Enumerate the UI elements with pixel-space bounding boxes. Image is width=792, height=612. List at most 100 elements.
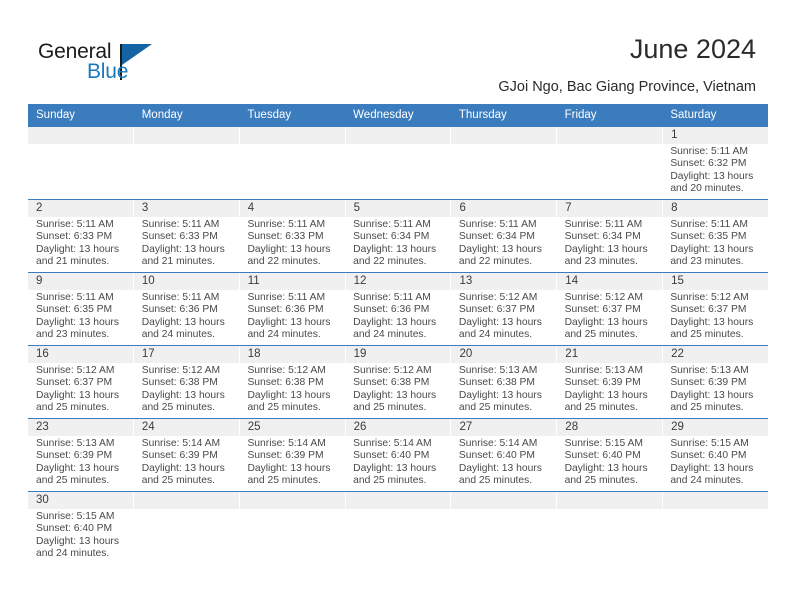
day-number-30[interactable]: 30 <box>28 492 134 509</box>
day-number-1[interactable]: 1 <box>663 127 768 144</box>
day-number-6[interactable]: 6 <box>451 200 558 217</box>
day-number-24[interactable]: 24 <box>134 419 240 436</box>
day-number-29[interactable]: 29 <box>663 419 768 436</box>
day-cell-22[interactable]: Sunrise: 5:13 AM Sunset: 6:39 PM Daylight:… <box>662 363 768 418</box>
day-cell-4[interactable]: Sunrise: 5:11 AM Sunset: 6:33 PM Daylight:… <box>239 217 345 272</box>
day-cell-20[interactable]: Sunrise: 5:13 AM Sunset: 6:38 PM Daylight:… <box>451 363 557 418</box>
day-number-9[interactable]: 9 <box>28 273 134 290</box>
sunset-text: Sunset: 6:39 PM <box>36 450 113 462</box>
day-number-empty <box>346 492 452 509</box>
day-number-8[interactable]: 8 <box>663 200 768 217</box>
day-number-22[interactable]: 22 <box>663 346 768 363</box>
day-number-26[interactable]: 26 <box>346 419 452 436</box>
daylight-text-line2: and 22 minutes. <box>458 256 533 268</box>
day-cell-5[interactable]: Sunrise: 5:11 AM Sunset: 6:34 PM Daylight:… <box>345 217 451 272</box>
day-cell-16[interactable]: Sunrise: 5:12 AM Sunset: 6:37 PM Daylight:… <box>28 363 134 418</box>
day-number-11[interactable]: 11 <box>240 273 346 290</box>
day-number-21[interactable]: 21 <box>557 346 664 363</box>
day-cell-23[interactable]: Sunrise: 5:13 AM Sunset: 6:39 PM Daylight:… <box>28 436 134 491</box>
daylight-text-line1: Daylight: 13 hours <box>247 243 331 255</box>
day-number-17[interactable]: 17 <box>134 346 240 363</box>
day-cell-2[interactable]: Sunrise: 5:11 AM Sunset: 6:33 PM Daylight:… <box>28 217 134 272</box>
sunrise-text: Sunrise: 5:11 AM <box>353 219 431 230</box>
day-number-empty <box>663 492 768 509</box>
daylight-text-line2: and 25 minutes. <box>458 475 533 487</box>
day-number-7[interactable]: 7 <box>557 200 664 217</box>
day-cell-3[interactable]: Sunrise: 5:11 AM Sunset: 6:33 PM Daylight:… <box>134 217 240 272</box>
day-cell-13[interactable]: Sunrise: 5:12 AM Sunset: 6:37 PM Daylight:… <box>451 290 557 345</box>
day-cell-21[interactable]: Sunrise: 5:13 AM Sunset: 6:39 PM Daylight:… <box>557 363 663 418</box>
sunrise-text: Sunrise: 5:11 AM <box>36 219 114 230</box>
weekday-header-wednesday: Wednesday <box>353 109 414 121</box>
day-cell-15[interactable]: Sunrise: 5:12 AM Sunset: 6:37 PM Daylight:… <box>662 290 768 345</box>
daylight-text-line1: Daylight: 13 hours <box>564 389 648 401</box>
daylight-text-line2: and 24 minutes. <box>36 548 110 560</box>
day-cell-19[interactable]: Sunrise: 5:12 AM Sunset: 6:38 PM Daylight:… <box>345 363 451 418</box>
day-number-12[interactable]: 12 <box>346 273 452 290</box>
day-number-25[interactable]: 25 <box>240 419 346 436</box>
day-number-20[interactable]: 20 <box>451 346 558 363</box>
sunrise-text: Sunrise: 5:11 AM <box>564 219 643 230</box>
day-cell-27[interactable]: Sunrise: 5:14 AM Sunset: 6:40 PM Daylight:… <box>451 436 557 491</box>
daylight-text-line2: and 25 minutes. <box>141 402 215 414</box>
sunset-text: Sunset: 6:35 PM <box>36 304 113 316</box>
day-number-28[interactable]: 28 <box>557 419 664 436</box>
sunrise-text: Sunrise: 5:11 AM <box>458 219 537 230</box>
day-number-13[interactable]: 13 <box>451 273 558 290</box>
day-number-4[interactable]: 4 <box>240 200 346 217</box>
day-cell-12[interactable]: Sunrise: 5:11 AM Sunset: 6:36 PM Daylight:… <box>345 290 451 345</box>
daylight-text-line1: Daylight: 13 hours <box>247 316 331 328</box>
day-number-14[interactable]: 14 <box>557 273 664 290</box>
day-cell-empty <box>451 509 557 564</box>
sunrise-text: Sunrise: 5:12 AM <box>458 292 538 303</box>
day-cell-28[interactable]: Sunrise: 5:15 AM Sunset: 6:40 PM Daylight:… <box>557 436 663 491</box>
day-cell-8[interactable]: Sunrise: 5:11 AM Sunset: 6:35 PM Daylight:… <box>662 217 768 272</box>
sunset-text: Sunset: 6:33 PM <box>36 231 113 243</box>
daylight-text-line2: and 25 minutes. <box>36 402 110 414</box>
day-number-10[interactable]: 10 <box>134 273 240 290</box>
sunset-text: Sunset: 6:33 PM <box>247 231 324 243</box>
day-number-19[interactable]: 19 <box>346 346 452 363</box>
day-number-18[interactable]: 18 <box>240 346 346 363</box>
sunset-text: Sunset: 6:34 PM <box>564 231 641 243</box>
day-cell-empty <box>557 144 663 199</box>
daylight-text-line1: Daylight: 13 hours <box>141 243 225 255</box>
day-number-23[interactable]: 23 <box>28 419 134 436</box>
day-cell-29[interactable]: Sunrise: 5:15 AM Sunset: 6:40 PM Daylight:… <box>662 436 768 491</box>
week-date-strip: 2345678 <box>28 200 768 217</box>
week-body-row: Sunrise: 5:11 AM Sunset: 6:32 PM Daylight:… <box>28 144 768 199</box>
day-number-3[interactable]: 3 <box>134 200 240 217</box>
day-cell-25[interactable]: Sunrise: 5:14 AM Sunset: 6:39 PM Daylight:… <box>239 436 345 491</box>
day-number-27[interactable]: 27 <box>451 419 558 436</box>
week-date-strip: 16 17 18 19 20 21 22 <box>28 346 768 363</box>
day-number-2[interactable]: 2 <box>28 200 134 217</box>
sunset-text: Sunset: 6:40 PM <box>458 450 536 462</box>
daylight-text-line1: Daylight: 13 hours <box>141 462 225 474</box>
day-cell-14[interactable]: Sunrise: 5:12 AM Sunset: 6:37 PM Daylight:… <box>557 290 663 345</box>
daylight-text-line2: and 22 minutes. <box>353 256 427 268</box>
day-number-15[interactable]: 15 <box>663 273 768 290</box>
day-cell-26[interactable]: Sunrise: 5:14 AM Sunset: 6:40 PM Daylight:… <box>345 436 451 491</box>
general-blue-logo[interactable]: General Blue <box>38 40 218 90</box>
daylight-text-line2: and 25 minutes. <box>353 402 427 414</box>
page-header: General Blue June 2024 GJoi Ngo, Bac Gia… <box>0 0 792 104</box>
day-cell-9[interactable]: Sunrise: 5:11 AM Sunset: 6:35 PM Daylight:… <box>28 290 134 345</box>
weekday-header-row: Sunday Monday Tuesday Wednesday Thursday Frid… <box>28 104 768 126</box>
sunset-text: Sunset: 6:37 PM <box>564 304 641 316</box>
day-cell-empty <box>239 144 345 199</box>
day-number-16[interactable]: 16 <box>28 346 134 363</box>
day-cell-17[interactable]: Sunrise: 5:12 AM Sunset: 6:38 PM Daylight:… <box>134 363 240 418</box>
day-cell-10[interactable]: Sunrise: 5:11 AM Sunset: 6:36 PM Daylight:… <box>134 290 240 345</box>
day-cell-7[interactable]: Sunrise: 5:11 AM Sunset: 6:34 PM Daylight:… <box>557 217 663 272</box>
daylight-text-line1: Daylight: 13 hours <box>36 243 119 255</box>
sunrise-text: Sunrise: 5:14 AM <box>458 438 538 449</box>
day-cell-18[interactable]: Sunrise: 5:12 AM Sunset: 6:38 PM Daylight:… <box>239 363 345 418</box>
day-cell-30[interactable]: Sunrise: 5:15 AM Sunset: 6:40 PM Daylight:… <box>28 509 134 564</box>
sunrise-text: Sunrise: 5:12 AM <box>247 365 326 376</box>
daylight-text-line1: Daylight: 13 hours <box>564 243 648 255</box>
day-cell-1[interactable]: Sunrise: 5:11 AM Sunset: 6:32 PM Daylight:… <box>662 144 768 199</box>
day-cell-24[interactable]: Sunrise: 5:14 AM Sunset: 6:39 PM Daylight:… <box>134 436 240 491</box>
day-cell-6[interactable]: Sunrise: 5:11 AM Sunset: 6:34 PM Daylight:… <box>451 217 557 272</box>
day-number-5[interactable]: 5 <box>346 200 452 217</box>
day-cell-11[interactable]: Sunrise: 5:11 AM Sunset: 6:36 PM Daylight:… <box>239 290 345 345</box>
